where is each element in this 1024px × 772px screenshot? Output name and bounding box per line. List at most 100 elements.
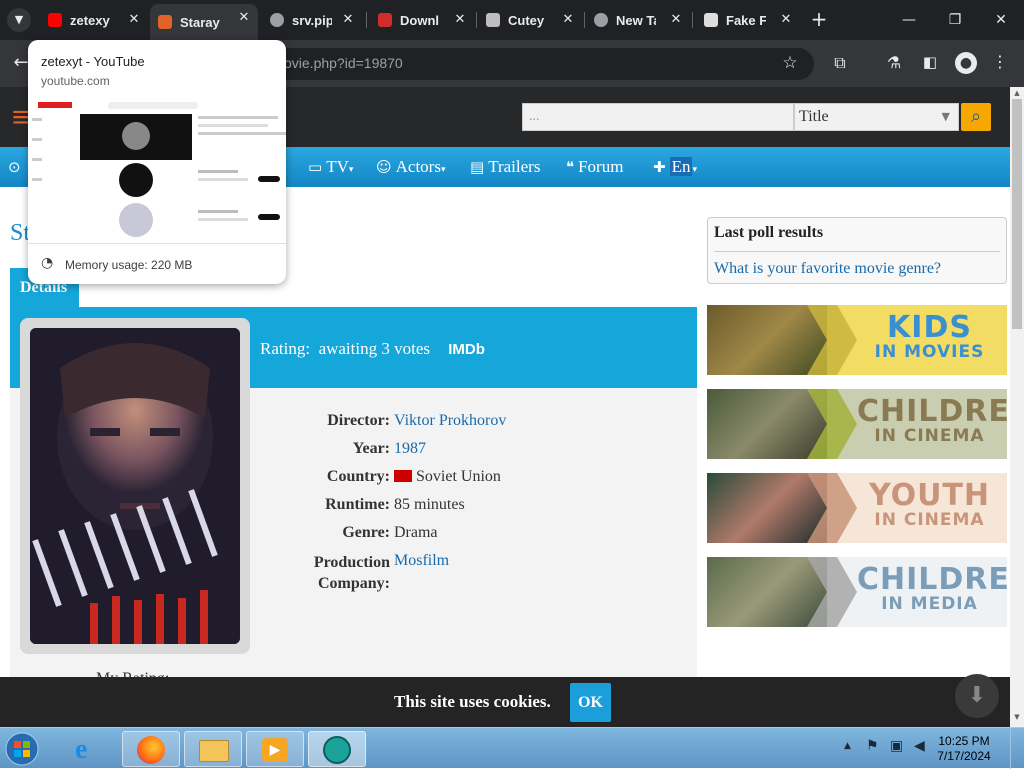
banner-line2: IN MEDIA: [881, 594, 978, 614]
tab-youtube[interactable]: zetexyt ✕: [40, 6, 148, 34]
close-icon[interactable]: ✕: [236, 9, 252, 25]
banner-photo: [707, 473, 827, 543]
taskbar-chrome[interactable]: [308, 731, 366, 767]
site-logo[interactable]: ≡: [12, 101, 30, 135]
tab-new-tab[interactable]: New Ta ✕: [586, 6, 690, 34]
rating-label: Rating:: [260, 339, 311, 358]
banner-line1: YOUTH: [868, 478, 991, 513]
banner-children-in-media[interactable]: CHILDREN IN MEDIA: [707, 557, 1007, 627]
scroll-down-button[interactable]: ⬇: [955, 674, 999, 718]
director-link[interactable]: Viktor Prokhorov: [394, 412, 506, 430]
new-tab-button[interactable]: +: [808, 8, 830, 30]
banner-text: KIDS IN MOVIES: [857, 313, 1002, 361]
production-company-link[interactable]: Mosfilm: [394, 552, 449, 570]
banner-line1: KIDS: [887, 310, 972, 345]
nav-item-forum[interactable]: ❝ Forum: [566, 157, 623, 177]
runtime-value: 85 minutes: [394, 496, 465, 513]
tab-cutey[interactable]: Cutey ✕: [478, 6, 582, 34]
tab-staraya[interactable]: Staraye ✕: [150, 4, 258, 40]
taskbar-media-player[interactable]: ▶: [246, 731, 304, 767]
nav-item-actors[interactable]: ☺ Actors▾: [376, 157, 446, 177]
close-window-button[interactable]: ✕: [986, 8, 1016, 32]
banner-kids-in-movies[interactable]: KIDS IN MOVIES: [707, 305, 1007, 375]
runtime-label: Runtime:: [325, 496, 390, 513]
volume-muted-icon[interactable]: ◀: [914, 738, 925, 754]
tab-title: srv.pip: [292, 12, 332, 28]
tab-title: New Ta: [616, 12, 656, 28]
kebab-menu-icon[interactable]: ⋮: [992, 52, 1008, 71]
country-text: Soviet Union: [416, 468, 501, 485]
poll-box: Last poll results What is your favorite …: [707, 217, 1007, 284]
close-icon[interactable]: ✕: [560, 11, 576, 27]
tab-srv-pip[interactable]: srv.pip ✕: [262, 6, 362, 34]
site-favicon-icon: [158, 15, 172, 29]
banner-youth-in-cinema[interactable]: YOUTH IN CINEMA: [707, 473, 1007, 543]
network-icon[interactable]: ▣: [890, 738, 903, 754]
tab-download[interactable]: Downl ✕: [370, 6, 474, 34]
close-icon[interactable]: ✕: [126, 11, 142, 27]
banner-children-in-cinema[interactable]: CHILDREN IN CINEMA: [707, 389, 1007, 459]
side-panel-icon[interactable]: ◧: [920, 53, 940, 71]
arrow-down-icon: ⬇: [967, 683, 987, 708]
maximize-button[interactable]: ❐: [940, 8, 970, 32]
address-bar[interactable]: ovie.php?id=19870 ☆: [236, 48, 814, 80]
labs-flask-icon[interactable]: ⚗: [884, 53, 904, 72]
taskbar-clock[interactable]: 10:25 PM 7/17/2024: [936, 734, 992, 764]
plus-icon: +: [810, 7, 828, 31]
start-button[interactable]: [4, 731, 50, 767]
close-icon[interactable]: ✕: [778, 11, 794, 27]
tab-title: Fake F: [726, 12, 766, 28]
soviet-flag-icon: [394, 470, 412, 482]
nav-item-trailers[interactable]: ▤ Trailers: [470, 157, 540, 177]
tab-search-button[interactable]: ▼: [7, 8, 31, 32]
scroll-down-arrow-icon[interactable]: ▼: [1010, 713, 1024, 721]
search-type-select[interactable]: Title ▼: [794, 103, 959, 131]
uk-flag-icon: ✚: [653, 158, 666, 176]
close-icon[interactable]: ✕: [452, 11, 468, 27]
close-icon[interactable]: ✕: [340, 11, 356, 27]
cookie-ok-button[interactable]: OK: [570, 683, 611, 722]
profile-avatar-icon[interactable]: ●: [955, 52, 977, 74]
action-center-flag-icon[interactable]: ⚑: [866, 738, 879, 754]
tab-fake[interactable]: Fake F ✕: [696, 6, 800, 34]
globe-icon: [270, 13, 284, 27]
taskbar-explorer[interactable]: [184, 731, 242, 767]
search-input[interactable]: ...: [522, 103, 794, 131]
banner-photo: [707, 389, 827, 459]
close-icon[interactable]: ✕: [668, 11, 684, 27]
production-company-label: Production Company:: [313, 554, 390, 592]
windows-taskbar: e ▶ ▲ ⚑ ▣ ◀ 10:25 PM 7/17/2024: [0, 727, 1024, 769]
hover-card-preview: [28, 98, 286, 243]
cookie-bar: This site uses cookies. OK: [0, 677, 1010, 727]
banner-line2: IN CINEMA: [874, 510, 985, 530]
nav-item-home[interactable]: ⊙: [8, 157, 25, 177]
scroll-up-arrow-icon[interactable]: ▲: [1010, 89, 1024, 97]
taskbar-firefox[interactable]: [122, 731, 180, 767]
tab-strip: ▼ zetexyt ✕ Staraye ✕ srv.pip ✕ Downl ✕ …: [0, 0, 1024, 40]
tray-expand-icon[interactable]: ▲: [844, 741, 851, 751]
windows-logo-icon: [5, 732, 39, 766]
page-scrollbar[interactable]: ▲ ▼: [1010, 87, 1024, 727]
tab-title: Staraye: [180, 14, 220, 30]
nav-item-language[interactable]: ✚ En ▾: [653, 157, 697, 177]
movie-poster[interactable]: [30, 328, 240, 644]
minimize-button[interactable]: —: [894, 8, 924, 32]
url-text: ovie.php?id=19870: [284, 55, 403, 71]
nav-item-tv[interactable]: ▭ TV▾: [308, 157, 353, 177]
rating-value: awaiting 3 votes: [318, 339, 430, 358]
tab-separator: [476, 12, 477, 28]
bookmark-star-icon[interactable]: ☆: [780, 53, 800, 73]
dropdown-caret-icon: ▼: [941, 110, 950, 123]
year-label: Year:: [352, 440, 390, 457]
imdb-link[interactable]: IMDb: [448, 341, 485, 358]
search-button[interactable]: ⌕: [961, 103, 991, 131]
tab-hover-card: zetexyt - YouTube youtube.com ◔ Memory u…: [28, 40, 286, 284]
poll-link[interactable]: What is your favorite movie genre?: [714, 260, 941, 278]
taskbar-ie[interactable]: e: [60, 731, 118, 767]
year-link[interactable]: 1987: [394, 440, 426, 458]
scrollbar-thumb[interactable]: [1012, 99, 1022, 329]
tab-separator: [366, 12, 367, 28]
extensions-icon[interactable]: ⧉: [830, 53, 850, 73]
show-desktop-button[interactable]: [1010, 728, 1024, 769]
internet-explorer-icon: e: [75, 734, 88, 765]
